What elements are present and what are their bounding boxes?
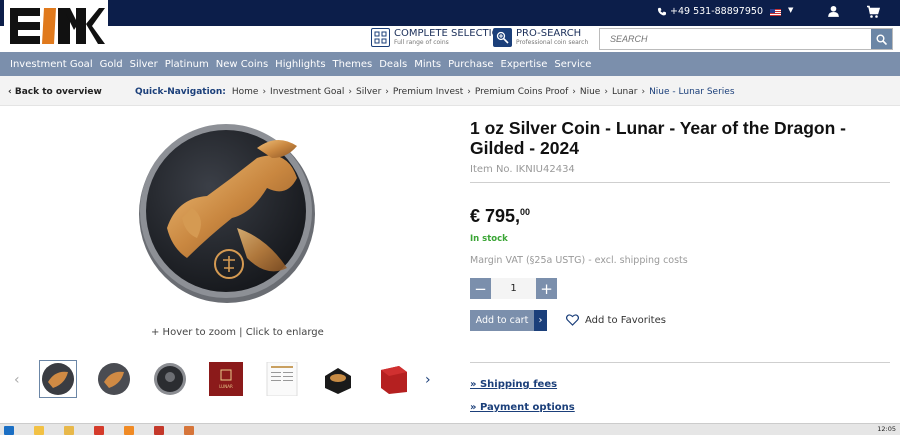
- thumbnail-gallery: ‹ LUNAR ›: [0, 360, 450, 400]
- chevron-right-icon[interactable]: ›: [425, 372, 431, 388]
- breadcrumb-item-premium-coins-proof[interactable]: Premium Coins Proof: [475, 87, 568, 97]
- emk-logo-graphic: [10, 8, 105, 44]
- browser-icon[interactable]: [94, 426, 104, 435]
- breadcrumb-current[interactable]: Niue - Lunar Series: [649, 87, 734, 97]
- app-icon[interactable]: [154, 426, 164, 435]
- quantity-decrease-button[interactable]: −: [470, 278, 491, 299]
- heart-icon: [566, 314, 579, 326]
- nav-item-highlights[interactable]: Highlights: [275, 59, 325, 70]
- pro-search-link[interactable]: PRO-SEARCH Professional coin search: [493, 28, 588, 47]
- os-taskbar: 12:05: [0, 423, 900, 435]
- quantity-input[interactable]: 1: [491, 278, 536, 299]
- item-number: Item No. IKNIU42434: [470, 164, 575, 175]
- thumbnail-6[interactable]: [319, 360, 357, 398]
- complete-selection-link[interactable]: COMPLETE SELECTION Full range of coins: [371, 28, 507, 47]
- breadcrumb-item-niue[interactable]: Niue: [580, 87, 600, 97]
- nav-item-themes[interactable]: Themes: [333, 59, 373, 70]
- nav-item-gold[interactable]: Gold: [100, 59, 123, 70]
- grid-icon: [371, 28, 390, 47]
- search-box: [599, 28, 893, 50]
- back-label: Back to overview: [14, 87, 102, 97]
- breadcrumb-item-premium-invest[interactable]: Premium Invest: [393, 87, 463, 97]
- pro-search-sub: Professional coin search: [516, 38, 589, 46]
- breadcrumb-item-investment-goal[interactable]: Investment Goal: [270, 87, 344, 97]
- complete-selection-title: COMPLETE SELECTION: [394, 27, 507, 39]
- thumbnail-2[interactable]: [95, 360, 133, 398]
- nav-item-purchase[interactable]: Purchase: [448, 59, 493, 70]
- payment-options-link[interactable]: » Payment options: [470, 402, 575, 413]
- thumbnail-1[interactable]: [39, 360, 77, 398]
- nav-item-silver[interactable]: Silver: [130, 59, 158, 70]
- quantity-increase-button[interactable]: +: [536, 278, 557, 299]
- price-cents: 00: [520, 207, 531, 217]
- app-icon[interactable]: [184, 426, 194, 435]
- language-flag-icon[interactable]: [770, 9, 781, 16]
- complete-selection-sub: Full range of coins: [394, 38, 449, 46]
- thumbnail-7[interactable]: [375, 360, 413, 398]
- quick-navigation: Quick-Navigation: Home › Investment Goal ›…: [135, 87, 735, 97]
- folder-icon[interactable]: [34, 426, 44, 435]
- nav-item-platinum[interactable]: Platinum: [165, 59, 209, 70]
- shipping-fees-link[interactable]: » Shipping fees: [470, 379, 557, 390]
- price-main: € 795,: [470, 206, 521, 226]
- add-to-cart-label: Add to cart: [470, 310, 534, 331]
- product-image[interactable]: [137, 118, 317, 304]
- nav-item-new-coins[interactable]: New Coins: [216, 59, 268, 70]
- file-icon[interactable]: [64, 426, 74, 435]
- divider: [470, 182, 890, 183]
- stock-status: In stock: [470, 234, 508, 244]
- breadcrumb-item-lunar[interactable]: Lunar: [612, 87, 637, 97]
- thumbnail-3[interactable]: [151, 360, 189, 398]
- phone-contact[interactable]: +49 531-88897950: [657, 6, 763, 17]
- user-icon[interactable]: [827, 5, 840, 18]
- chevron-right-icon: ›: [534, 310, 547, 331]
- quick-navigation-label: Quick-Navigation:: [135, 87, 226, 97]
- search-icon: [876, 34, 887, 45]
- clock: 12:05: [877, 425, 896, 433]
- search-button[interactable]: [871, 29, 892, 49]
- breadcrumb: ‹ Back to overview Quick-Navigation: Hom…: [0, 76, 900, 106]
- back-to-overview-link[interactable]: ‹ Back to overview: [8, 87, 102, 97]
- emk-logo[interactable]: [4, 0, 108, 50]
- phone-number: +49 531-88897950: [670, 6, 763, 17]
- add-to-favorites-link[interactable]: Add to Favorites: [566, 314, 666, 326]
- cart-icon[interactable]: [866, 5, 880, 19]
- pro-search-title: PRO-SEARCH: [516, 27, 582, 39]
- chevron-left-icon[interactable]: ‹: [14, 372, 20, 388]
- chevron-down-icon[interactable]: ▼: [788, 6, 793, 14]
- product-title: 1 oz Silver Coin - Lunar - Year of the D…: [470, 118, 846, 158]
- nav-item-expertise[interactable]: Expertise: [501, 59, 548, 70]
- vat-info: Margin VAT (§25a USTG) - excl. shipping …: [470, 255, 688, 266]
- main-nav: Investment Goal Gold Silver Platinum New…: [0, 52, 900, 76]
- magnifier-plus-icon: [493, 28, 512, 47]
- nav-item-deals[interactable]: Deals: [379, 59, 407, 70]
- nav-item-mints[interactable]: Mints: [414, 59, 441, 70]
- quantity-stepper: − 1 +: [470, 278, 557, 299]
- breadcrumb-item-home[interactable]: Home: [232, 87, 259, 97]
- thumbnail-5[interactable]: [263, 360, 301, 398]
- svg-text:LUNAR: LUNAR: [219, 384, 233, 389]
- thumbnail-4[interactable]: LUNAR: [207, 360, 245, 398]
- product-price: € 795,00: [470, 206, 530, 227]
- zoom-hint: + Hover to zoom | Click to enlarge: [151, 327, 324, 338]
- add-to-cart-button[interactable]: Add to cart ›: [470, 310, 547, 331]
- app-icon[interactable]: [124, 426, 134, 435]
- nav-item-service[interactable]: Service: [554, 59, 591, 70]
- phone-icon: [657, 7, 666, 16]
- divider: [470, 362, 890, 363]
- add-to-favorites-label: Add to Favorites: [585, 314, 666, 326]
- top-bar: +49 531-88897950 ▼: [0, 0, 900, 26]
- start-icon[interactable]: [4, 426, 14, 435]
- breadcrumb-item-silver[interactable]: Silver: [356, 87, 381, 97]
- nav-item-investment-goal[interactable]: Investment Goal: [10, 59, 93, 70]
- search-input[interactable]: [600, 29, 872, 49]
